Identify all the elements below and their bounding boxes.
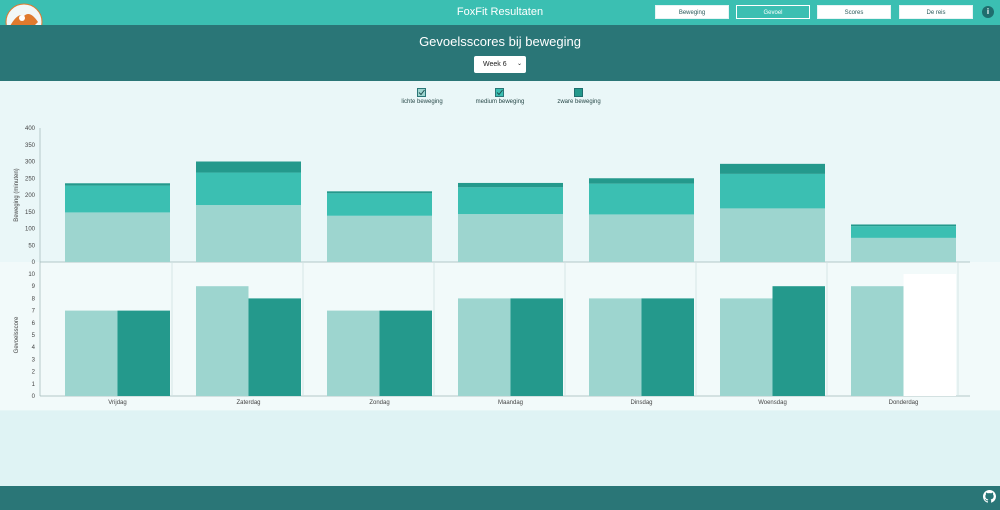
x-tick-label: Zaterdag bbox=[236, 400, 260, 406]
week-select-value: Week 6 bbox=[483, 61, 507, 68]
score-bar-a bbox=[589, 298, 642, 396]
nav-gevoel-button[interactable]: Gevoel bbox=[736, 5, 810, 19]
score-bar-a bbox=[720, 298, 773, 396]
stacked-bar-zware bbox=[65, 183, 170, 186]
score-bar-a bbox=[196, 286, 249, 396]
stacked-bar-lichte bbox=[851, 237, 956, 262]
bottom-y-axis-label: Gevoelsscore bbox=[14, 316, 20, 353]
score-bar-b bbox=[641, 298, 694, 396]
top-y-tick-label: 150 bbox=[25, 210, 36, 216]
stacked-bar-lichte bbox=[65, 212, 170, 262]
stacked-bar-lichte bbox=[720, 208, 825, 262]
score-bar-b bbox=[117, 310, 170, 396]
score-bar-b bbox=[510, 298, 563, 396]
stacked-bar-zware bbox=[720, 163, 825, 174]
stacked-bar-zware bbox=[458, 182, 563, 188]
stacked-bar-lichte bbox=[589, 214, 694, 262]
page-title: Gevoelsscores bij beweging bbox=[419, 34, 581, 49]
score-bar-a bbox=[851, 286, 904, 396]
score-bar-b bbox=[379, 310, 432, 396]
score-bar-b bbox=[772, 286, 825, 396]
score-bar-a bbox=[327, 310, 380, 396]
score-bar-a bbox=[458, 298, 511, 396]
stacked-bar-medium bbox=[851, 226, 956, 238]
x-tick-label: Vrijdag bbox=[108, 400, 126, 406]
stacked-bar-lichte bbox=[196, 205, 301, 262]
info-button[interactable]: i bbox=[982, 6, 994, 18]
top-y-axis-label: Beweging (minuten) bbox=[14, 168, 20, 221]
top-y-tick-label: 400 bbox=[25, 126, 36, 132]
stacked-bar-zware bbox=[327, 191, 432, 194]
stacked-bar-medium bbox=[720, 173, 825, 209]
x-tick-label: Donderdag bbox=[889, 400, 919, 406]
stacked-bar-lichte bbox=[327, 215, 432, 262]
bottom-y-tick-label: 10 bbox=[28, 272, 35, 278]
stacked-bar-zware bbox=[196, 161, 301, 173]
score-bar-b bbox=[248, 298, 301, 396]
nav-de-reis-button[interactable]: De reis bbox=[899, 5, 973, 19]
x-tick-label: Woensdag bbox=[758, 400, 787, 406]
stacked-bar-zware bbox=[589, 178, 694, 184]
stacked-bar-medium bbox=[589, 183, 694, 215]
chevron-down-icon: ⌄ bbox=[516, 61, 522, 67]
stacked-bar-lichte bbox=[458, 214, 563, 262]
score-bar-a bbox=[65, 310, 118, 396]
top-y-tick-label: 300 bbox=[25, 160, 36, 166]
top-y-tick-label: 50 bbox=[28, 243, 35, 249]
stacked-bar-medium bbox=[327, 193, 432, 216]
top-y-tick-label: 350 bbox=[25, 143, 36, 149]
top-y-tick-label: 100 bbox=[25, 227, 36, 233]
top-y-tick-label: 200 bbox=[25, 193, 36, 199]
week-select[interactable]: Week 6 ⌄ bbox=[474, 56, 526, 73]
x-tick-label: Dinsdag bbox=[630, 400, 652, 406]
x-tick-label: Maandag bbox=[498, 400, 523, 406]
score-bar-b bbox=[903, 274, 956, 396]
page-header: Gevoelsscores bij beweging Week 6 ⌄ bbox=[0, 25, 1000, 81]
nav-beweging-button[interactable]: Beweging bbox=[655, 5, 729, 19]
github-icon[interactable] bbox=[983, 490, 996, 503]
stacked-bar-medium bbox=[458, 187, 563, 215]
nav-scores-button[interactable]: Scores bbox=[817, 5, 891, 19]
top-y-tick-label: 250 bbox=[25, 176, 36, 182]
charts-svg: 050100150200250300350400Beweging (minute… bbox=[0, 126, 1000, 411]
stacked-bar-medium bbox=[65, 185, 170, 213]
bottom-panel-edge bbox=[0, 410, 1000, 411]
x-tick-label: Zondag bbox=[369, 400, 389, 406]
footer bbox=[0, 486, 1000, 510]
stacked-bar-zware bbox=[851, 224, 956, 227]
stacked-bar-medium bbox=[196, 172, 301, 206]
